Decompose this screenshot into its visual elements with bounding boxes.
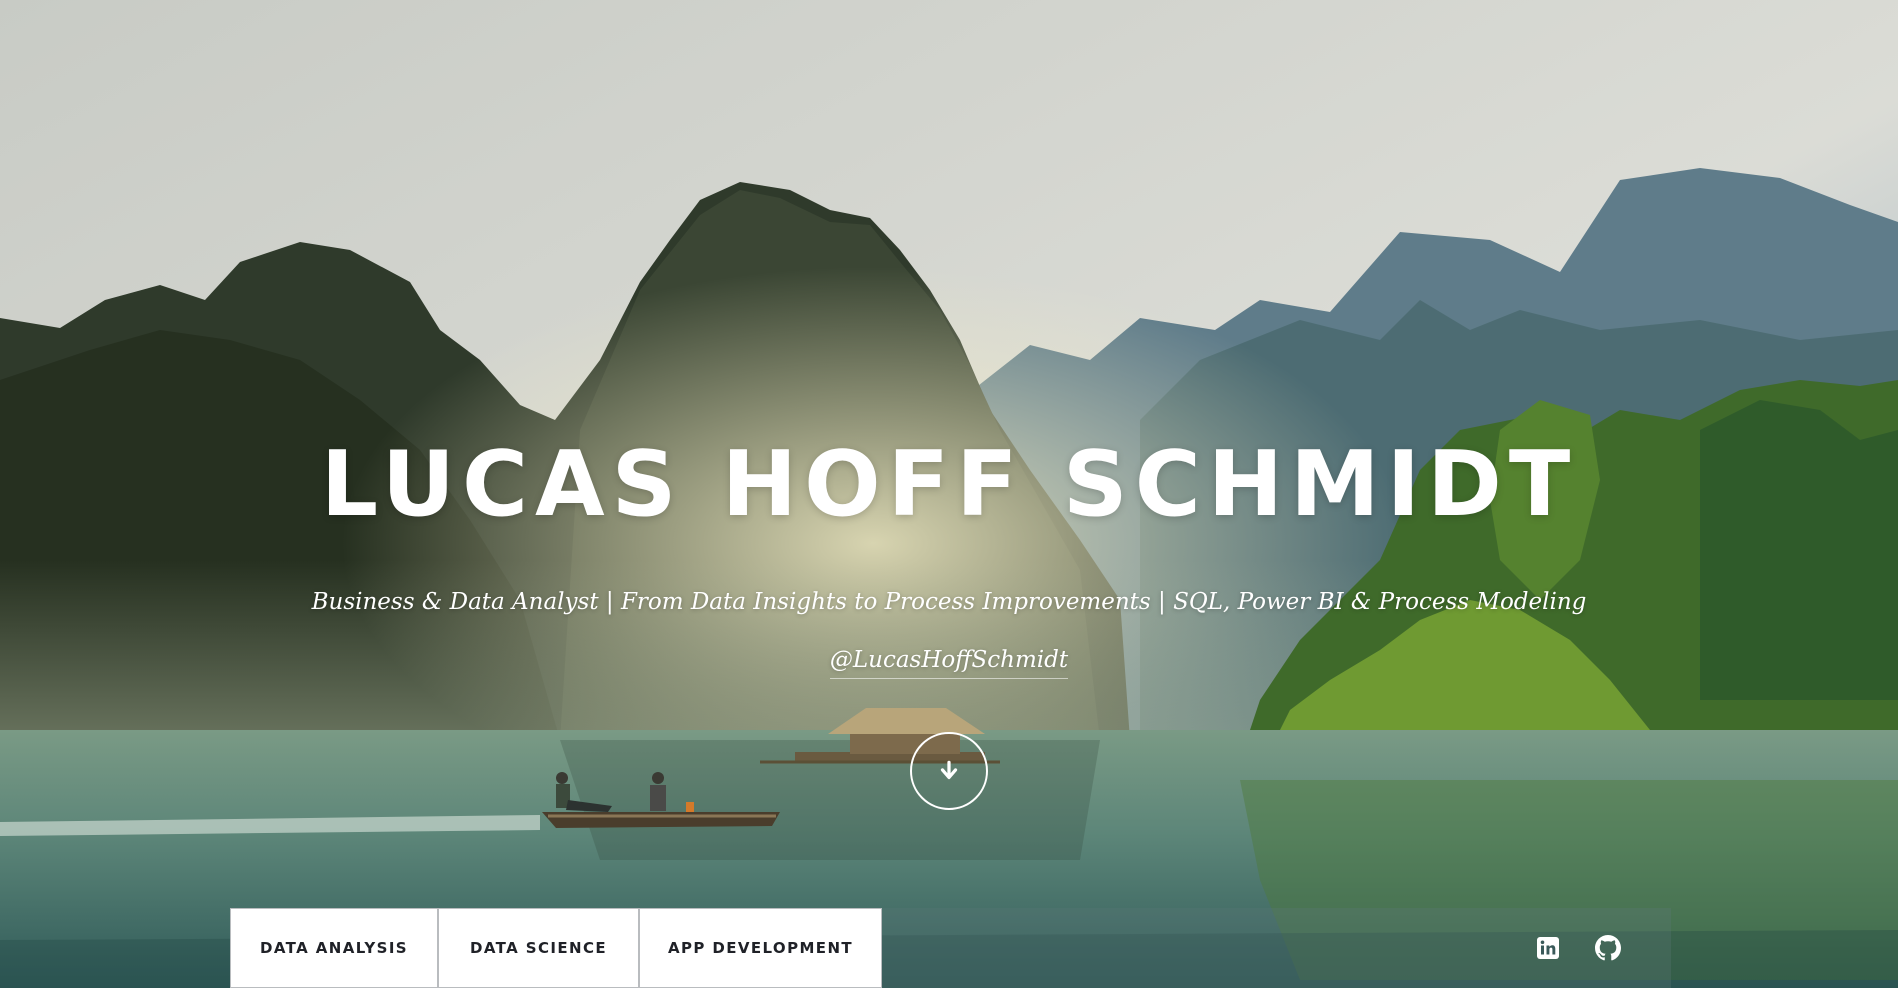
github-icon (1595, 935, 1621, 961)
bottom-navigation-bar: DATA ANALYSIS DATA SCIENCE APP DEVELOPME… (230, 908, 1671, 988)
handle-container: @LucasHoffSchmidt (0, 642, 1898, 679)
linkedin-icon (1537, 937, 1559, 959)
linkedin-link[interactable] (1534, 934, 1562, 962)
scroll-down-button[interactable] (910, 732, 988, 810)
tab-data-science[interactable]: DATA SCIENCE (438, 908, 639, 988)
github-link[interactable] (1594, 934, 1622, 962)
hero-section: LUCAS HOFF SCHMIDT Business & Data Analy… (0, 0, 1898, 988)
tab-data-analysis[interactable]: DATA ANALYSIS (230, 908, 438, 988)
tab-app-development[interactable]: APP DEVELOPMENT (639, 908, 882, 988)
tagline: Business & Data Analyst | From Data Insi… (311, 589, 1587, 615)
page-title: LUCAS HOFF SCHMIDT (320, 432, 1578, 537)
arrow-down-icon (940, 760, 958, 780)
social-handle-link[interactable]: @LucasHoffSchmidt (829, 642, 1069, 679)
